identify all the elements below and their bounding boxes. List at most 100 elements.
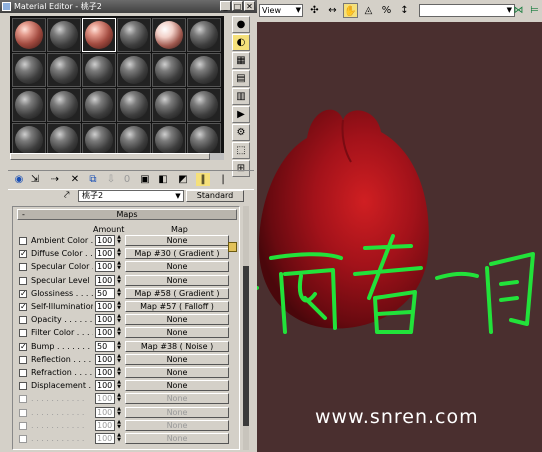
material-slot[interactable] xyxy=(152,53,186,87)
map-slot-button[interactable]: None xyxy=(125,235,229,246)
lock-icon[interactable] xyxy=(228,242,237,252)
minimize-button[interactable]: _ xyxy=(220,1,231,11)
map-enable-checkbox[interactable] xyxy=(19,316,27,325)
material-slot[interactable] xyxy=(187,88,221,122)
map-slot-button[interactable]: None xyxy=(125,353,229,365)
material-slot[interactable] xyxy=(82,18,116,52)
map-enable-checkbox[interactable] xyxy=(19,237,27,245)
map-slot-button[interactable]: Map #38 ( Noise ) xyxy=(125,340,229,352)
spinner-icon[interactable]: ▲ ▼ xyxy=(116,380,122,391)
map-amount-field[interactable]: 100 xyxy=(95,274,115,286)
material-name-field[interactable]: 桃子2 ▼ xyxy=(78,190,184,202)
map-slot-button[interactable]: Map #30 ( Gradient ) xyxy=(125,248,229,260)
map-amount-field[interactable]: 100 xyxy=(95,353,115,365)
make-preview-icon[interactable]: ▶ xyxy=(232,106,250,123)
spinner-icon[interactable]: ▲ ▼ xyxy=(116,406,122,418)
pivot-center-icon[interactable]: ✣ xyxy=(307,3,322,18)
map-slot-button[interactable]: None xyxy=(125,393,229,405)
video-color-check-icon[interactable]: ▥ xyxy=(232,88,250,105)
map-enable-checkbox[interactable] xyxy=(19,329,27,338)
material-type-button[interactable]: Standard xyxy=(186,190,244,202)
material-slot[interactable] xyxy=(12,53,46,87)
map-enable-checkbox[interactable] xyxy=(19,435,27,443)
material-slot[interactable] xyxy=(82,123,116,157)
map-amount-field[interactable]: 100 xyxy=(95,301,115,312)
material-slot[interactable] xyxy=(117,88,151,122)
show-end-result-icon[interactable]: ◧ xyxy=(156,173,170,186)
map-slot-button[interactable]: None xyxy=(125,314,229,326)
spinner-icon[interactable]: ▲ ▼ xyxy=(116,248,122,259)
show-map-in-viewport-icon[interactable]: ▣ xyxy=(138,173,152,186)
angle-snap-icon[interactable]: ◬ xyxy=(361,3,376,18)
map-amount-field[interactable]: 100 xyxy=(95,406,115,418)
scrollbar-thumb[interactable] xyxy=(243,266,249,426)
material-slot[interactable] xyxy=(47,123,81,157)
material-slot[interactable] xyxy=(187,53,221,87)
map-enable-checkbox[interactable] xyxy=(19,263,27,272)
spinner-icon[interactable]: ▲ ▼ xyxy=(116,340,122,352)
map-enable-checkbox[interactable] xyxy=(19,408,27,417)
chevron-down-icon[interactable]: ▼ xyxy=(173,191,183,201)
background-icon[interactable]: ▦ xyxy=(232,52,250,69)
named-selection-dropdown[interactable]: ▼ xyxy=(419,4,515,17)
maps-vertical-scrollbar[interactable] xyxy=(243,206,249,450)
material-slot[interactable] xyxy=(82,88,116,122)
sample-slots-scrollbar[interactable] xyxy=(10,153,224,160)
map-amount-field[interactable]: 50 xyxy=(95,287,115,299)
uv-tiling-icon[interactable]: ▤ xyxy=(232,70,250,87)
map-enable-checkbox[interactable] xyxy=(19,355,27,364)
spinner-snap-icon[interactable]: ↕ xyxy=(397,3,412,18)
pick-material-icon[interactable]: ⤤ xyxy=(64,190,70,201)
map-amount-field[interactable]: 100 xyxy=(95,393,115,405)
close-button[interactable]: ✕ xyxy=(244,1,255,11)
material-slot[interactable] xyxy=(12,18,46,52)
align-icon[interactable]: ⊨ xyxy=(527,3,542,18)
material-slot[interactable] xyxy=(47,53,81,87)
map-amount-field[interactable]: 100 xyxy=(95,327,115,339)
map-slot-button[interactable]: None xyxy=(125,274,229,286)
map-enable-checkbox[interactable] xyxy=(19,395,27,404)
options-icon[interactable]: ⚙ xyxy=(232,124,250,141)
material-slot[interactable] xyxy=(152,18,186,52)
material-slot[interactable] xyxy=(47,88,81,122)
get-material-icon[interactable]: ◉ xyxy=(12,173,26,186)
map-enable-checkbox[interactable]: ✓ xyxy=(19,289,27,298)
assign-to-selection-icon[interactable]: ⇢ xyxy=(48,173,62,186)
map-amount-field[interactable]: 100 xyxy=(95,261,115,273)
title-bar[interactable]: Material Editor - 桃子2 _ □ ✕ xyxy=(0,0,257,13)
map-slot-button[interactable]: Map #58 ( Gradient ) xyxy=(125,287,229,299)
material-slot[interactable] xyxy=(187,18,221,52)
material-slot[interactable] xyxy=(117,18,151,52)
mirror-icon[interactable]: ⋈ xyxy=(511,3,526,18)
snap-toggle-icon[interactable]: ✋ xyxy=(343,3,358,18)
spinner-icon[interactable]: ▲ ▼ xyxy=(116,419,122,431)
material-slot[interactable] xyxy=(47,18,81,52)
axis-constraint-icon[interactable]: ↔ xyxy=(325,3,340,18)
map-slot-button[interactable]: None xyxy=(125,433,229,444)
material-slot[interactable] xyxy=(152,123,186,157)
spinner-icon[interactable]: ▲ ▼ xyxy=(116,301,122,312)
go-forward-sibling-icon[interactable]: ‖ xyxy=(196,173,210,186)
map-slot-button[interactable]: None xyxy=(125,419,229,431)
material-slot[interactable] xyxy=(82,53,116,87)
material-slot[interactable] xyxy=(12,123,46,157)
map-slot-button[interactable]: None xyxy=(125,327,229,339)
map-enable-checkbox[interactable] xyxy=(19,276,27,285)
material-effects-channel-icon[interactable]: 0 xyxy=(120,173,134,186)
backlight-icon[interactable]: ◐ xyxy=(232,34,250,51)
material-slot[interactable] xyxy=(152,88,186,122)
map-amount-field[interactable]: 100 xyxy=(95,314,115,326)
spinner-icon[interactable]: ▲ ▼ xyxy=(116,287,122,299)
spinner-icon[interactable]: ▲ ▼ xyxy=(116,367,122,378)
map-amount-field[interactable]: 100 xyxy=(95,419,115,431)
map-enable-checkbox[interactable]: ✓ xyxy=(19,303,27,311)
perspective-viewport[interactable]: www.snren.com xyxy=(257,22,542,452)
material-slot[interactable] xyxy=(117,53,151,87)
material-slot[interactable] xyxy=(187,123,221,157)
map-slot-button[interactable]: None xyxy=(125,367,229,378)
material-slot[interactable] xyxy=(12,88,46,122)
map-enable-checkbox[interactable]: ✓ xyxy=(19,342,27,351)
map-enable-checkbox[interactable] xyxy=(19,369,27,377)
map-amount-field[interactable]: 100 xyxy=(95,433,115,444)
percent-snap-icon[interactable]: % xyxy=(379,3,394,18)
